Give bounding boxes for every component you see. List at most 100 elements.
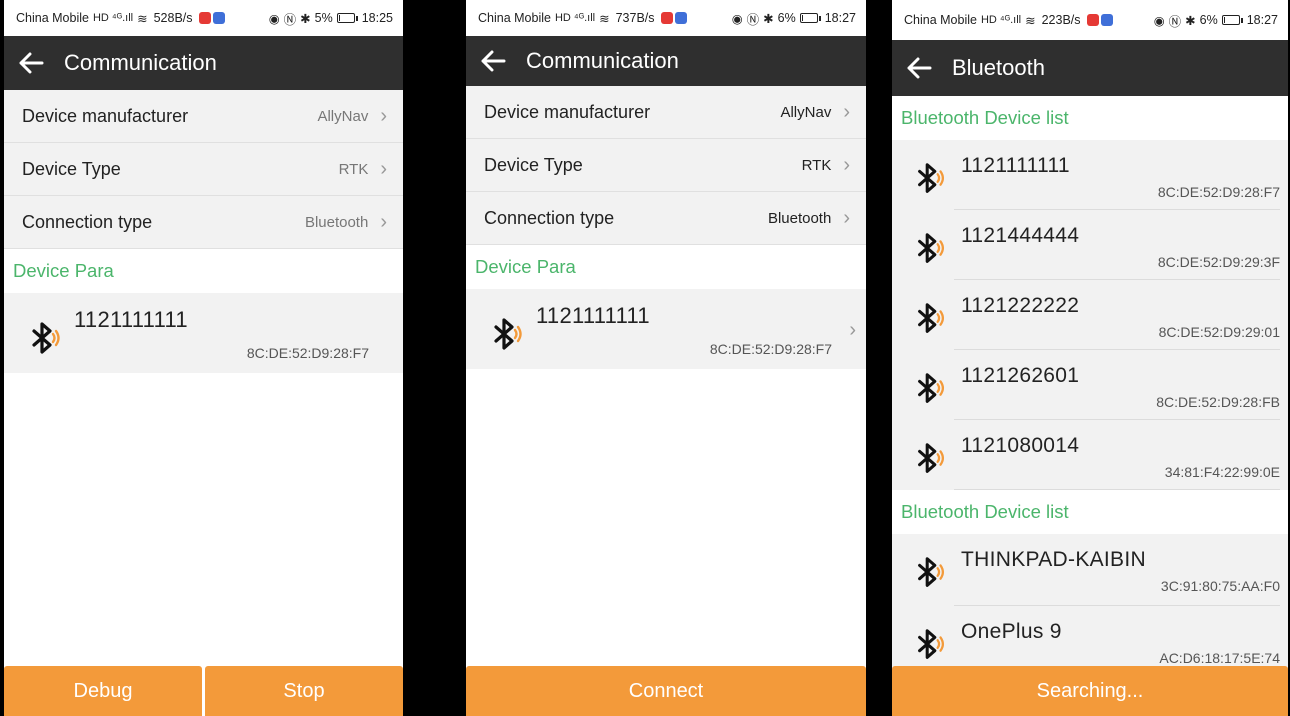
app-notification-icon [674, 12, 687, 24]
bluetooth-status-icon: ✱ [1185, 13, 1196, 28]
chevron-right-icon: › [843, 206, 850, 229]
row-device-manufacturer[interactable]: Device manufacturer AllyNav › [466, 86, 866, 139]
network-speed: 528B/s [153, 11, 193, 25]
bluetooth-signal-icon [912, 440, 950, 478]
device-mac: AC:D6:18:17:5E:74 [1159, 650, 1280, 666]
status-right: ◉ Ⓝ ✱ 6% 18:27 [732, 9, 856, 28]
page-title: Communication [64, 50, 217, 75]
stop-button[interactable]: Stop [205, 666, 403, 716]
page-title: Communication [526, 48, 679, 73]
device-name: 1121111111 [74, 307, 188, 332]
screen-communication-debug: China Mobile HD ⁴ᴳ.ıll ≋ 528B/s ◉ Ⓝ ✱ 5%… [4, 0, 403, 716]
chevron-right-icon: › [843, 153, 850, 176]
app-bar: Communication [4, 36, 403, 90]
signal-icon: HD ⁴ᴳ.ıll [980, 14, 1022, 26]
debug-button[interactable]: Debug [4, 666, 202, 716]
device-name: 1121111111 [961, 154, 1070, 177]
clock: 18:27 [1246, 13, 1278, 27]
row-label: Device Type [22, 158, 121, 179]
connect-button[interactable]: Connect [466, 666, 866, 716]
bluetooth-signal-icon [912, 554, 950, 592]
row-value: RTK [338, 160, 369, 178]
chevron-right-icon: › [380, 104, 387, 127]
carrier-label: China Mobile [16, 11, 89, 25]
device-mac: 8C:DE:52:D9:28:FB [1156, 394, 1280, 410]
row-device-type[interactable]: Device Type RTK › [4, 143, 403, 196]
section-device-para: Device Para [4, 249, 403, 293]
battery-percent: 6% [777, 11, 796, 25]
eye-icon: ◉ [268, 11, 280, 26]
app-notification-icon [1100, 14, 1113, 26]
status-bar: China Mobile HD ⁴ᴳ.ıll ≋ 737B/s ◉ Ⓝ ✱ 6%… [466, 0, 866, 36]
carrier-label: China Mobile [478, 11, 551, 25]
app-notification-icon [212, 12, 225, 24]
network-speed: 737B/s [615, 11, 655, 25]
device-mac: 3C:91:80:75:AA:F0 [1160, 578, 1280, 594]
bluetooth-signal-icon [912, 230, 950, 268]
carrier-label: China Mobile [904, 13, 977, 27]
row-device-type[interactable]: Device Type RTK › [466, 139, 866, 192]
battery-icon [799, 13, 821, 23]
device-mac: 8C:DE:52:D9:28:F7 [1157, 184, 1280, 200]
device-name: 1121222222 [961, 294, 1080, 317]
row-label: Connection type [484, 207, 615, 228]
bluetooth-device-item[interactable]: 1121111111 8C:DE:52:D9:28:F7 [892, 140, 1288, 210]
searching-button[interactable]: Searching... [892, 666, 1288, 716]
row-connection-type[interactable]: Connection type Bluetooth › [466, 192, 866, 245]
screen-communication-connect: China Mobile HD ⁴ᴳ.ıll ≋ 737B/s ◉ Ⓝ ✱ 6%… [466, 0, 866, 716]
arrow-left-icon[interactable] [476, 44, 510, 78]
battery-percent: 6% [1199, 13, 1218, 27]
device-name: 1121262601 [961, 364, 1080, 387]
chevron-right-icon: › [380, 157, 387, 180]
button-bar: Searching... [892, 666, 1288, 716]
row-value: RTK [801, 156, 832, 174]
device-mac: 8C:DE:52:D9:29:3F [1157, 254, 1280, 270]
device-mac: 8C:DE:52:D9:28:F7 [246, 345, 369, 361]
device-mac: 34:81:F4:22:99:0E [1164, 464, 1280, 480]
notification-icons [660, 12, 687, 24]
device-item[interactable]: 1121111111 8C:DE:52:D9:28:F7 [4, 293, 403, 373]
eye-icon: ◉ [1153, 13, 1165, 28]
row-device-manufacturer[interactable]: Device manufacturer AllyNav › [4, 90, 403, 143]
bluetooth-device-item[interactable]: THINKPAD-KAIBIN 3C:91:80:75:AA:F0 [892, 534, 1288, 606]
bluetooth-device-list: 1121111111 8C:DE:52:D9:28:F7 1121444444 8C:… [892, 140, 1288, 490]
chevron-right-icon: › [843, 100, 850, 123]
section-device-para: Device Para [466, 245, 866, 289]
row-value: AllyNav [317, 107, 369, 125]
bluetooth-device-item[interactable]: 1121080014 34:81:F4:22:99:0E [892, 420, 1288, 490]
row-label: Device Type [484, 154, 583, 175]
row-connection-type[interactable]: Connection type Bluetooth › [4, 196, 403, 249]
device-mac: 8C:DE:52:D9:29:01 [1158, 324, 1280, 340]
status-bar: China Mobile HD ⁴ᴳ.ıll ≋ 223B/s ◉ Ⓝ ✱ 6%… [892, 0, 1288, 40]
notification-icons [198, 12, 225, 24]
row-value: AllyNav [780, 103, 832, 121]
bluetooth-device-item[interactable]: 1121262601 8C:DE:52:D9:28:FB [892, 350, 1288, 420]
status-right: ◉ Ⓝ ✱ 5% 18:25 [269, 9, 393, 28]
battery-icon [336, 13, 358, 23]
bluetooth-device-item[interactable]: 1121444444 8C:DE:52:D9:29:3F [892, 210, 1288, 280]
bluetooth-device-item[interactable]: 1121222222 8C:DE:52:D9:29:01 [892, 280, 1288, 350]
clock: 18:27 [824, 11, 856, 25]
clock: 18:25 [361, 11, 393, 25]
arrow-left-icon[interactable] [902, 51, 936, 85]
battery-percent: 5% [314, 11, 333, 25]
battery-icon [1221, 15, 1243, 25]
bluetooth-status-icon: ✱ [763, 11, 774, 26]
button-bar: Connect [466, 666, 866, 716]
nfc-icon: Ⓝ [746, 12, 760, 27]
row-label: Device manufacturer [22, 105, 189, 126]
network-speed: 223B/s [1041, 13, 1081, 27]
row-value: Bluetooth [304, 213, 369, 231]
bluetooth-signal-icon [26, 319, 66, 359]
row-value: Bluetooth [767, 209, 832, 227]
arrow-left-icon[interactable] [14, 46, 48, 80]
screen-bluetooth: China Mobile HD ⁴ᴳ.ıll ≋ 223B/s ◉ Ⓝ ✱ 6%… [892, 0, 1288, 716]
section-bluetooth-device-list: Bluetooth Device list [892, 490, 1288, 534]
bluetooth-device-list: THINKPAD-KAIBIN 3C:91:80:75:AA:F0 OnePlus … [892, 534, 1288, 684]
row-label: Connection type [22, 211, 153, 232]
status-right: ◉ Ⓝ ✱ 6% 18:27 [1154, 11, 1278, 30]
bluetooth-signal-icon [912, 160, 950, 198]
app-notification-icon [660, 12, 673, 24]
bluetooth-signal-icon [488, 315, 528, 355]
device-item[interactable]: 1121111111 8C:DE:52:D9:28:F7 › [466, 289, 866, 369]
